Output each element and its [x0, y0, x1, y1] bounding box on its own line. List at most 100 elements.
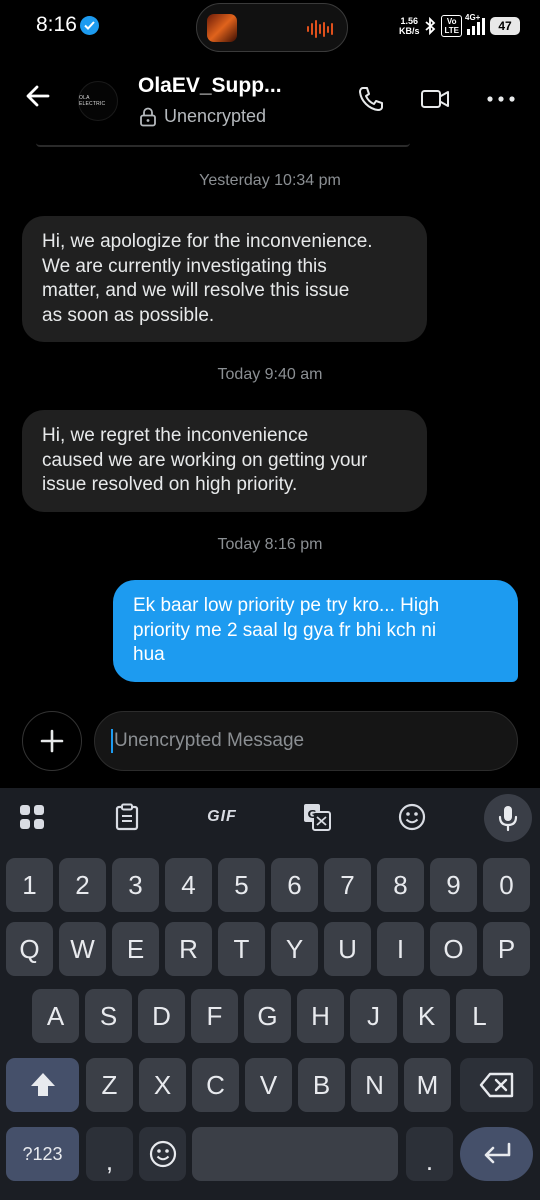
key-y[interactable]: Y — [271, 922, 318, 976]
key-6[interactable]: 6 — [271, 858, 318, 912]
key-g[interactable]: G — [244, 989, 291, 1043]
key-i[interactable]: I — [377, 922, 424, 976]
message-line: caused we are working on getting your — [42, 449, 368, 471]
dynamic-island-media[interactable] — [196, 3, 348, 52]
comma-key[interactable]: , — [86, 1127, 133, 1181]
avatar[interactable]: OLA ELECTRIC — [78, 81, 118, 121]
backspace-key[interactable] — [460, 1058, 533, 1112]
album-art-icon — [207, 14, 237, 42]
volte-top: Vo — [446, 17, 457, 26]
phone-icon[interactable] — [356, 84, 386, 114]
key-u[interactable]: U — [324, 922, 371, 976]
key-n[interactable]: N — [351, 1058, 398, 1112]
twitter-notification-icon — [80, 16, 99, 35]
status-indicators: 1.56 KB/s Vo LTE 4G+ 47 — [399, 12, 520, 40]
status-bar: 8:16 1.56 KB/s Vo LTE 4G+ 47 — [0, 0, 540, 52]
key-l[interactable]: L — [456, 989, 503, 1043]
key-w[interactable]: W — [59, 922, 106, 976]
key-9[interactable]: 9 — [430, 858, 477, 912]
key-4[interactable]: 4 — [165, 858, 212, 912]
key-m[interactable]: M — [404, 1058, 451, 1112]
key-q[interactable]: Q — [6, 922, 53, 976]
text-caret — [111, 729, 113, 753]
message-timestamp: Today 8:16 pm — [217, 536, 323, 553]
key-8[interactable]: 8 — [377, 858, 424, 912]
more-icon[interactable] — [486, 84, 516, 114]
shift-key[interactable] — [6, 1058, 79, 1112]
key-t[interactable]: T — [218, 922, 265, 976]
key-7[interactable]: 7 — [324, 858, 371, 912]
space-key[interactable] — [192, 1127, 398, 1181]
key-r[interactable]: R — [165, 922, 212, 976]
video-camera-icon[interactable] — [420, 84, 450, 114]
audio-wave-icon — [307, 20, 333, 38]
key-p[interactable]: P — [483, 922, 530, 976]
key-z[interactable]: Z — [86, 1058, 133, 1112]
emoji-icon[interactable] — [397, 802, 427, 832]
signal-strength-icon: 4G+ — [465, 13, 485, 35]
enter-key[interactable] — [460, 1127, 533, 1181]
battery-level: 47 — [498, 19, 512, 33]
key-a[interactable]: A — [32, 989, 79, 1043]
message-line: Hi, we regret the inconvenience — [42, 425, 309, 446]
encryption-label: Unencrypted — [164, 106, 267, 126]
key-3[interactable]: 3 — [112, 858, 159, 912]
lock-icon — [140, 107, 156, 126]
message-line: hua — [133, 644, 165, 665]
key-x[interactable]: X — [139, 1058, 186, 1112]
key-b[interactable]: B — [298, 1058, 345, 1112]
keyboard: GIF G 1 2 3 4 5 6 7 8 9 0 Q W E R T Y U … — [0, 788, 540, 1200]
message-line: Ek baar low priority pe try kro... High — [133, 595, 440, 616]
key-e[interactable]: E — [112, 922, 159, 976]
message-line: Hi, we apologize for the inconvenience. — [42, 231, 373, 252]
key-2[interactable]: 2 — [59, 858, 106, 912]
message-timestamp: Today 9:40 am — [217, 366, 323, 383]
message-input[interactable]: Unencrypted Message — [94, 711, 518, 771]
net-speed-unit: KB/s — [398, 26, 420, 36]
key-5[interactable]: 5 — [218, 858, 265, 912]
back-arrow-icon[interactable] — [22, 80, 54, 112]
gif-button[interactable]: GIF — [205, 802, 239, 832]
keyboard-toolbar: GIF G — [0, 788, 540, 846]
previous-message-edge — [36, 143, 410, 147]
key-c[interactable]: C — [192, 1058, 239, 1112]
microphone-icon — [498, 806, 518, 832]
key-h[interactable]: H — [297, 989, 344, 1043]
key-d[interactable]: D — [138, 989, 185, 1043]
key-v[interactable]: V — [245, 1058, 292, 1112]
apps-grid-icon[interactable] — [17, 802, 47, 832]
key-f[interactable]: F — [191, 989, 238, 1043]
translate-icon[interactable]: G — [302, 802, 332, 832]
network-type: 4G+ — [465, 13, 481, 22]
gif-label: GIF — [207, 808, 237, 825]
key-s[interactable]: S — [85, 989, 132, 1043]
incoming-message[interactable]: Hi, we regret the inconvenience caused w… — [22, 410, 427, 512]
outgoing-message[interactable]: Ek baar low priority pe try kro... High … — [113, 580, 518, 682]
net-speed-value: 1.56 — [400, 16, 418, 26]
key-j[interactable]: J — [350, 989, 397, 1043]
message-line: issue resolved on high priority. — [42, 474, 298, 495]
chat-header: OLA ELECTRIC OlaEV_Supp... Unencrypted — [0, 52, 540, 146]
message-line: priority me 2 saal lg gya fr bhi kch ni — [133, 619, 437, 641]
key-0[interactable]: 0 — [483, 858, 530, 912]
period-key[interactable]: . — [406, 1127, 453, 1181]
key-1[interactable]: 1 — [6, 858, 53, 912]
symbols-key[interactable]: ?123 — [6, 1127, 79, 1181]
emoji-key[interactable] — [139, 1127, 186, 1181]
key-o[interactable]: O — [430, 922, 477, 976]
status-time: 8:16 — [36, 13, 77, 36]
add-attachment-button[interactable] — [22, 711, 82, 771]
backspace-icon — [479, 1072, 513, 1098]
encryption-status: Unencrypted — [139, 106, 266, 127]
voice-input-button[interactable] — [484, 794, 532, 842]
key-k[interactable]: K — [403, 989, 450, 1043]
volte-badge: Vo LTE — [441, 15, 462, 37]
message-line: matter, and we will resolve this issue — [42, 280, 350, 301]
message-line: as soon as possible. — [42, 304, 215, 326]
contact-name[interactable]: OlaEV_Supp... — [138, 74, 282, 98]
message-line: We are currently investigating this — [42, 255, 327, 277]
clipboard-icon[interactable] — [112, 802, 142, 832]
incoming-message[interactable]: Hi, we apologize for the inconvenience. … — [22, 216, 427, 342]
bluetooth-icon — [425, 17, 436, 35]
plus-icon — [40, 729, 64, 753]
